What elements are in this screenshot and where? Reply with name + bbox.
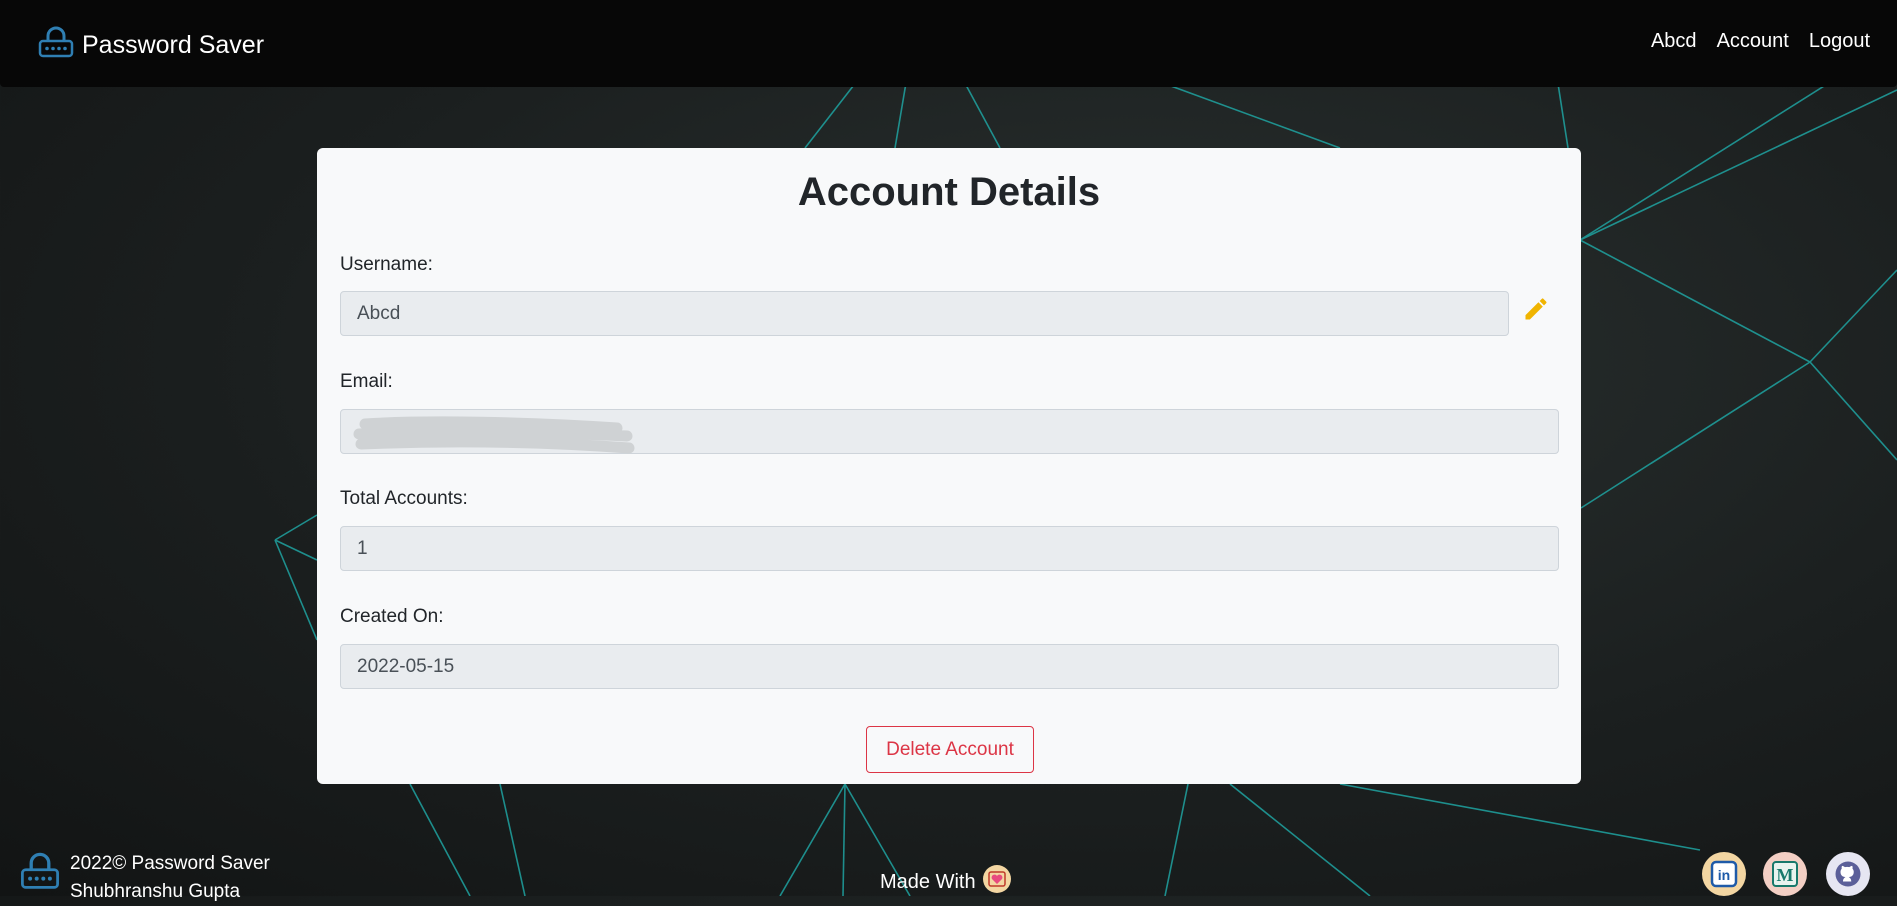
brand-title: Password Saver xyxy=(82,31,265,59)
github-icon[interactable] xyxy=(1826,852,1870,896)
svg-text:in: in xyxy=(1718,867,1730,883)
username-label: Username: xyxy=(340,254,433,275)
footer-text: 2022© Password Saver Shubhranshu Gupta xyxy=(70,850,270,906)
delete-account-button[interactable]: Delete Account xyxy=(866,726,1034,773)
nav-account-link[interactable]: Account xyxy=(1717,30,1789,53)
brand[interactable]: Password Saver xyxy=(38,26,264,65)
lock-icon xyxy=(38,26,74,65)
account-details-card: Account Details Username: Email: Total A… xyxy=(317,148,1581,784)
email-label: Email: xyxy=(340,371,393,392)
made-with: Made With xyxy=(880,864,1012,900)
nav-username-link[interactable]: Abcd xyxy=(1651,30,1697,53)
page-title: Account Details xyxy=(797,170,1101,214)
total-accounts-field[interactable] xyxy=(340,526,1559,571)
author-text: Shubhranshu Gupta xyxy=(70,881,241,902)
heart-icon xyxy=(982,864,1012,900)
total-accounts-label: Total Accounts: xyxy=(340,488,468,509)
lock-icon xyxy=(20,850,60,906)
nav-logout-link[interactable]: Logout xyxy=(1809,30,1870,53)
redaction-scribble xyxy=(353,416,635,454)
footer-left: 2022© Password Saver Shubhranshu Gupta xyxy=(20,850,270,906)
email-field[interactable] xyxy=(340,409,1559,454)
linkedin-icon[interactable]: in xyxy=(1702,852,1746,896)
copyright-text: 2022© Password Saver xyxy=(70,853,270,874)
username-field[interactable] xyxy=(340,291,1509,336)
created-on-field[interactable] xyxy=(340,644,1559,689)
svg-text:M: M xyxy=(1777,865,1794,885)
nav-links: Abcd Account Logout xyxy=(1651,30,1870,53)
top-navbar: Password Saver Abcd Account Logout xyxy=(0,0,1897,87)
pencil-icon[interactable] xyxy=(1522,295,1550,328)
created-on-label: Created On: xyxy=(340,606,444,627)
made-with-text: Made With xyxy=(880,870,976,893)
medium-icon[interactable]: M xyxy=(1763,852,1807,896)
